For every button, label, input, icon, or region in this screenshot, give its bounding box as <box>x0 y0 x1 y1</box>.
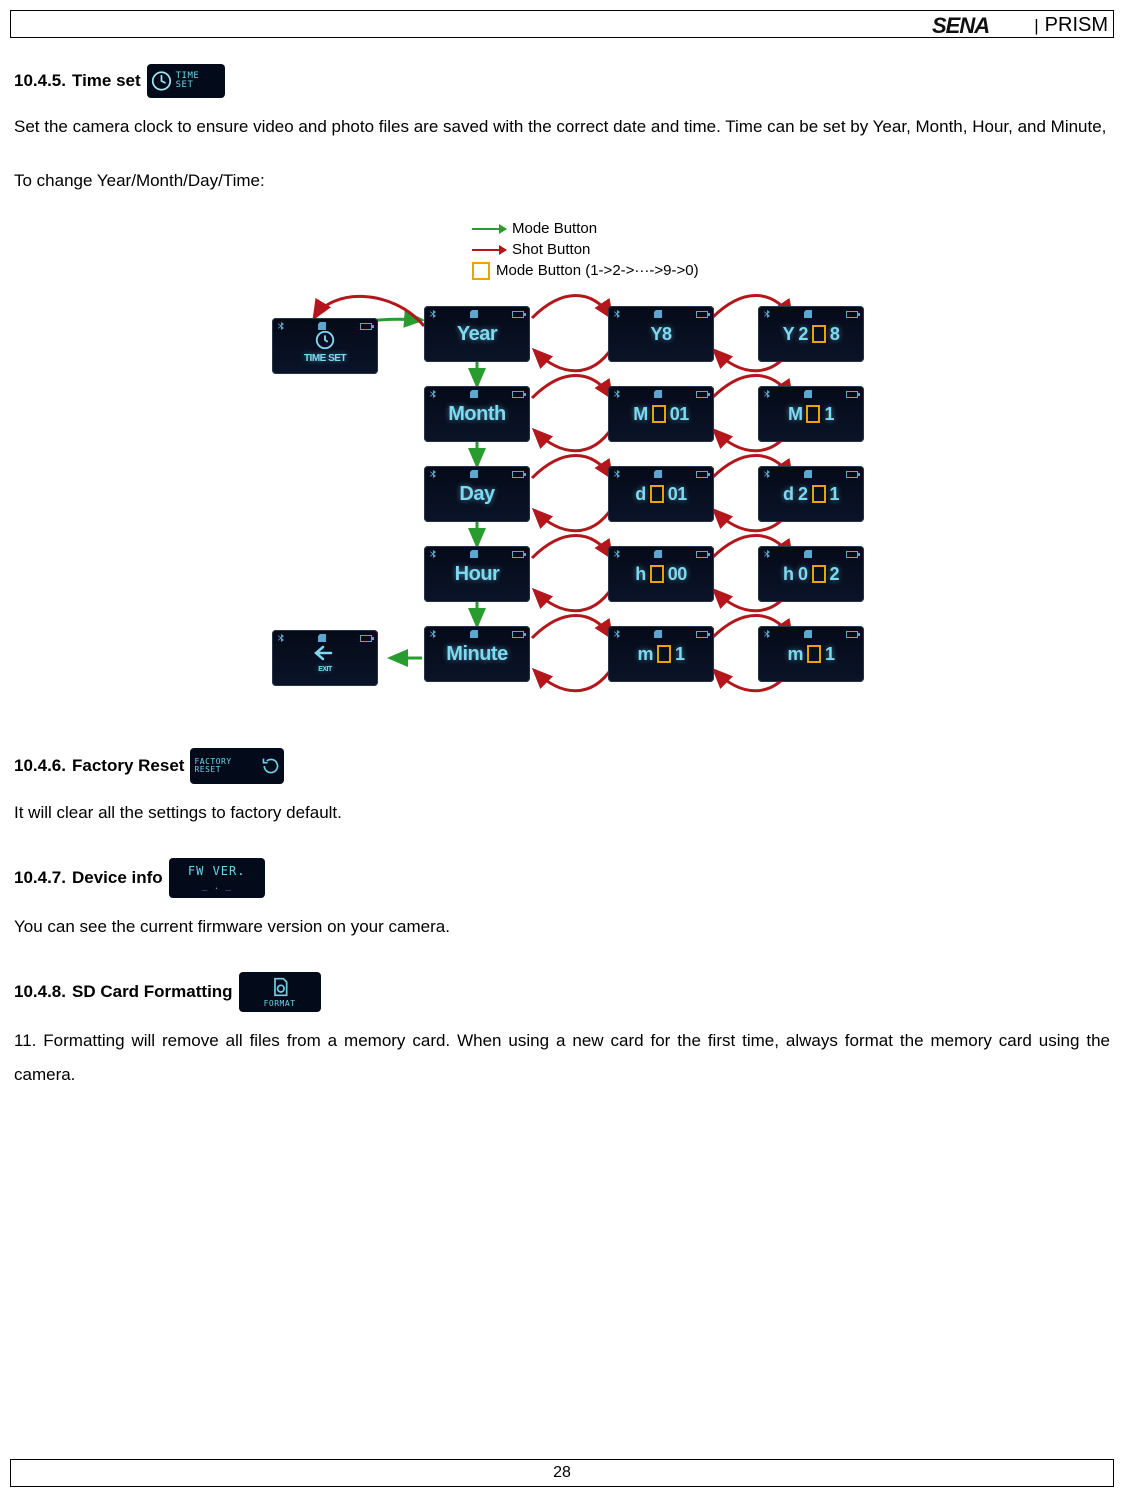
tile-time-set: TIME SET <box>272 318 378 374</box>
chip-label: FORMAT <box>264 999 296 1008</box>
reset-icon <box>261 755 281 777</box>
tile-label: EXIT <box>318 666 332 673</box>
diagram-legend: Mode Button Shot Button Mode Button (1->… <box>472 218 699 281</box>
section-body: You can see the current firmware version… <box>14 910 1110 944</box>
svg-text:SENA: SENA <box>932 15 989 37</box>
legend-red-arrow-icon <box>472 249 506 251</box>
section-sd-formatting: 10.4.8. SD Card Formatting FORMAT 11. Fo… <box>14 972 1110 1092</box>
tile-year-right: Y 28 <box>758 306 864 362</box>
section-title: Time set <box>72 71 141 91</box>
legend-mode: Mode Button <box>512 218 597 239</box>
tile-hour: Hour <box>424 546 530 602</box>
legend-yellow-box-icon <box>472 262 490 280</box>
section-factory-reset: 10.4.6. Factory Reset FACTORY RESET It w… <box>14 748 1110 830</box>
tile-day-right: d 21 <box>758 466 864 522</box>
tile-month: Month <box>424 386 530 442</box>
section-body: It will clear all the settings to factor… <box>14 796 1110 830</box>
brand-logo: SENA <box>932 15 1028 37</box>
tile-hour-mid: h00 <box>608 546 714 602</box>
section-device-info: 10.4.7. Device info FW VER. _ . _ You ca… <box>14 858 1110 944</box>
section-body: Set the camera clock to ensure video and… <box>14 110 1110 144</box>
legend-green-arrow-icon <box>472 228 506 230</box>
tile-month-mid: M01 <box>608 386 714 442</box>
section-time-set: 10.4.5. Time set TIME SET Set the camera… <box>14 64 1110 718</box>
content: 10.4.5. Time set TIME SET Set the camera… <box>10 64 1114 1120</box>
tile-year: Year <box>424 306 530 362</box>
section-title: SD Card Formatting <box>72 982 233 1002</box>
section-heading-row: 10.4.7. Device info FW VER. _ . _ <box>14 858 1110 898</box>
tile-minute: Minute <box>424 626 530 682</box>
section-heading-row: 10.4.6. Factory Reset FACTORY RESET <box>14 748 1110 784</box>
tile-day: Day <box>424 466 530 522</box>
sena-logo-svg: SENA <box>932 15 1028 37</box>
brand-divider: | <box>1034 16 1038 36</box>
sd-format-icon: FORMAT <box>239 972 321 1012</box>
tile-year-mid: Y8 <box>608 306 714 362</box>
fw-ver-icon: FW VER. _ . _ <box>169 858 265 898</box>
legend-shot: Shot Button <box>512 239 590 260</box>
page-number: 28 <box>553 1464 571 1481</box>
header-bar: SENA | PRISM <box>932 14 1108 37</box>
section-number: 10.4.8. <box>14 982 66 1002</box>
time-set-icon: TIME SET <box>147 64 225 98</box>
section-heading-row: 10.4.8. SD Card Formatting FORMAT <box>14 972 1110 1012</box>
chip-label: FW VER. <box>188 864 246 878</box>
clock-icon <box>151 70 172 92</box>
section-title: Device info <box>72 868 163 888</box>
section-title: Factory Reset <box>72 756 184 776</box>
product-name: PRISM <box>1045 14 1108 37</box>
chip-label: TIME SET <box>176 72 221 90</box>
tile-hour-right: h 02 <box>758 546 864 602</box>
section-subtext: To change Year/Month/Day/Time: <box>14 164 1110 198</box>
section-number: 10.4.7. <box>14 868 66 888</box>
factory-reset-icon: FACTORY RESET <box>190 748 284 784</box>
tile-month-right: M 1 <box>758 386 864 442</box>
tile-label: TIME SET <box>304 353 346 364</box>
diagram-canvas: Mode Button Shot Button Mode Button (1->… <box>252 218 872 718</box>
tile-minute-mid: m1 <box>608 626 714 682</box>
section-heading-row: 10.4.5. Time set TIME SET <box>14 64 1110 98</box>
section-body: 11. Formatting will remove all files fro… <box>14 1024 1110 1092</box>
footer: 28 <box>10 1459 1114 1487</box>
tile-exit: EXIT <box>272 630 378 686</box>
tile-minute-right: m 1 <box>758 626 864 682</box>
section-number: 10.4.6. <box>14 756 66 776</box>
chip-label: FACTORY RESET <box>194 758 256 774</box>
time-set-diagram: Mode Button Shot Button Mode Button (1->… <box>14 218 1110 718</box>
sd-card-icon <box>269 977 291 997</box>
legend-cycle: Mode Button (1->2->···->9->0) <box>496 260 699 281</box>
section-number: 10.4.5. <box>14 71 66 91</box>
tile-day-mid: d01 <box>608 466 714 522</box>
